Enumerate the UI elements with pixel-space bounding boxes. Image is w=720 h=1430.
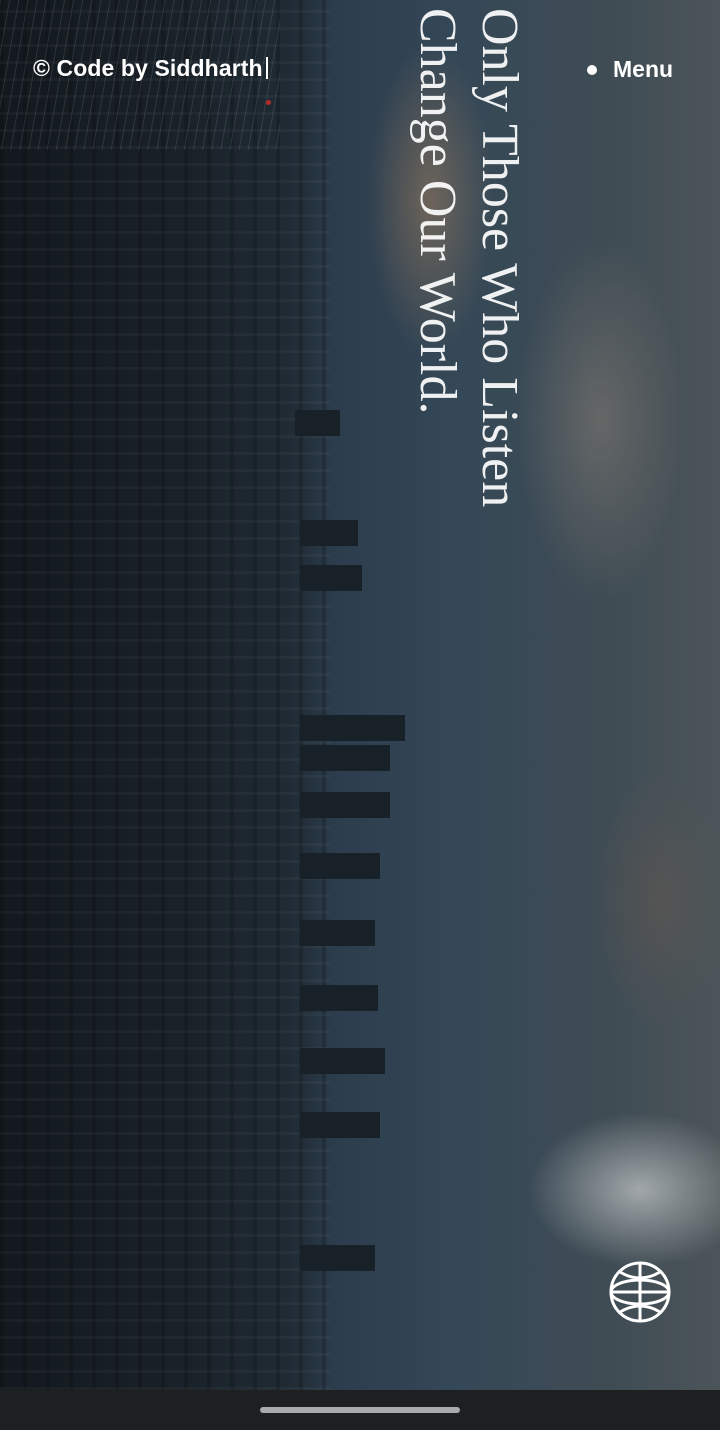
globe-icon[interactable] [608,1260,672,1324]
menu-button[interactable]: Menu [587,56,673,83]
home-indicator[interactable] [260,1407,460,1413]
dark-overlay [0,0,720,1390]
hero-background: © Code by Siddharth Menu Only Those Who … [0,0,720,1390]
system-navigation-bar [0,1390,720,1430]
menu-label: Menu [613,56,674,82]
hero-headline: Only Those Who Listen Change Our World. [409,8,530,598]
text-cursor [265,57,268,79]
headline-line-1: Only Those Who Listen [471,8,528,508]
brand-text: © Code by Siddharth [33,55,263,81]
dot-icon [587,64,597,75]
headline-line-2: Change Our World. [409,8,466,415]
brand-link[interactable]: © Code by Siddharth [33,55,268,82]
